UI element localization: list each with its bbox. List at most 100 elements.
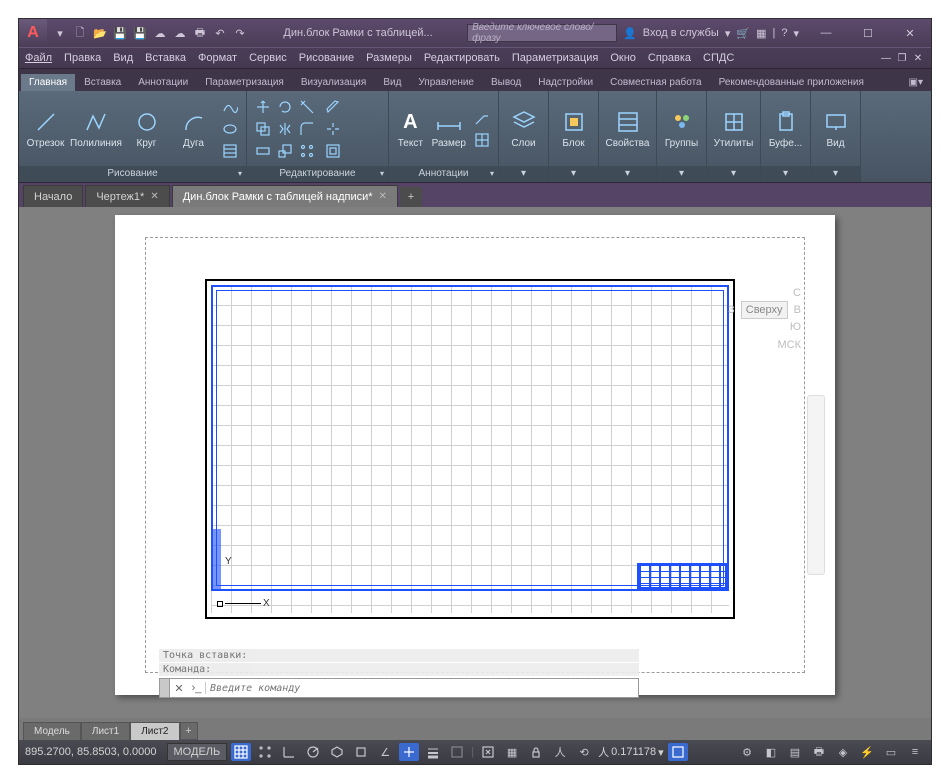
mdi-min-icon[interactable]: —	[879, 51, 893, 65]
cloud-open-icon[interactable]: ☁	[151, 24, 169, 42]
utilities-button[interactable]: Утилиты	[713, 108, 754, 149]
erase-icon[interactable]	[323, 97, 343, 117]
mdi-restore-icon[interactable]: ❐	[895, 51, 909, 65]
ribbon-tab-collab[interactable]: Совместная работа	[602, 74, 710, 91]
text-button[interactable]: AТекст	[395, 108, 426, 149]
viewport-scale[interactable]: 人0.171178▾	[598, 744, 664, 760]
open-icon[interactable]: 📂	[91, 24, 109, 42]
block-button[interactable]: Блок	[555, 108, 592, 149]
units-icon[interactable]: ▤	[785, 743, 805, 761]
properties-button[interactable]: Свойства	[605, 108, 650, 149]
coords-readout[interactable]: 895.2700, 85.8503, 0.0000	[25, 746, 157, 758]
layout-tab-sheet1[interactable]: Лист1	[81, 722, 130, 740]
menu-parametric[interactable]: Параметризация	[512, 52, 598, 64]
rotate-icon[interactable]	[275, 97, 295, 117]
ellipse-icon[interactable]	[220, 119, 240, 139]
menu-edit[interactable]: Правка	[64, 52, 101, 64]
annotation-monitor-icon[interactable]: ◧	[761, 743, 781, 761]
otrack-toggle-icon[interactable]	[399, 743, 419, 761]
close-button[interactable]: ✕	[889, 19, 931, 47]
snap-toggle-icon[interactable]	[255, 743, 275, 761]
menu-draw[interactable]: Рисование	[299, 52, 354, 64]
panel-anno-label[interactable]: Аннотации	[389, 166, 498, 182]
hardware-accel-icon[interactable]: ⚡	[857, 743, 877, 761]
app-store-icon[interactable]: ▦	[756, 27, 766, 40]
leader-icon[interactable]	[472, 108, 492, 128]
spline-icon[interactable]	[220, 97, 240, 117]
qat-menu-icon[interactable]: ▾	[51, 24, 69, 42]
menu-spds[interactable]: СПДС	[703, 52, 734, 64]
ribbon-tab-manage[interactable]: Управление	[410, 74, 482, 91]
polar-toggle-icon[interactable]	[303, 743, 323, 761]
panel-props-expand[interactable]: ▾	[599, 166, 656, 182]
line-button[interactable]: Отрезок	[25, 108, 66, 149]
clipboard-button[interactable]: Буфе...	[767, 108, 804, 149]
ribbon-tab-parametric[interactable]: Параметризация	[197, 74, 292, 91]
save-icon[interactable]: 💾	[111, 24, 129, 42]
frame-block[interactable]	[211, 285, 729, 591]
cloud-save-icon[interactable]: ☁	[171, 24, 189, 42]
layout-tab-model[interactable]: Модель	[23, 722, 81, 740]
ribbon-tab-home[interactable]: Главная	[21, 74, 75, 91]
transparency-icon[interactable]	[447, 743, 467, 761]
dimension-button[interactable]: Размер	[432, 108, 466, 149]
customize-status-icon[interactable]: ≡	[905, 743, 925, 761]
circle-button[interactable]: Круг	[126, 108, 167, 149]
title-block[interactable]	[637, 563, 727, 589]
ribbon-tab-view[interactable]: Вид	[375, 74, 409, 91]
grid-toggle-icon[interactable]	[231, 743, 251, 761]
fillet-icon[interactable]	[297, 119, 317, 139]
cart-icon[interactable]: 🛒	[736, 27, 750, 40]
user-icon[interactable]: 👤	[623, 27, 637, 40]
arc-button[interactable]: Дуга	[173, 108, 214, 149]
hatch-icon[interactable]	[220, 141, 240, 161]
array-icon[interactable]	[297, 141, 317, 161]
menu-dimension[interactable]: Размеры	[366, 52, 412, 64]
cmdline-history-icon[interactable]: ›_	[188, 682, 206, 694]
lineweight-icon[interactable]	[423, 743, 443, 761]
plot-icon[interactable]: 🖶	[191, 24, 209, 42]
annotation-autoscale-icon[interactable]: ⟲	[574, 743, 594, 761]
nav-bar[interactable]	[807, 395, 825, 575]
offset-icon[interactable]	[323, 141, 343, 161]
close-tab-icon[interactable]: ✕	[379, 191, 387, 202]
max-viewport-icon[interactable]	[478, 743, 498, 761]
isolate-objects-icon[interactable]: ◈	[833, 743, 853, 761]
annotation-scale-icon[interactable]	[668, 743, 688, 761]
clean-screen-icon[interactable]: ▭	[881, 743, 901, 761]
redo-icon[interactable]: ↷	[231, 24, 249, 42]
quick-properties-icon[interactable]: 🖶	[809, 743, 829, 761]
menu-insert[interactable]: Вставка	[145, 52, 186, 64]
ribbon-tab-insert[interactable]: Вставка	[76, 74, 129, 91]
space-toggle[interactable]: МОДЕЛЬ	[167, 743, 228, 761]
trim-icon[interactable]	[297, 97, 317, 117]
panel-block-expand[interactable]: ▾	[549, 166, 598, 182]
maximize-button[interactable]: ☐	[847, 19, 889, 47]
autosnap-icon[interactable]: ∠	[375, 743, 395, 761]
app-logo[interactable]: A	[19, 19, 47, 47]
panel-edit-label[interactable]: Редактирование	[247, 166, 388, 182]
mirror-icon[interactable]	[275, 119, 295, 139]
saveas-icon[interactable]: 💾	[131, 24, 149, 42]
isoplane-icon[interactable]	[327, 743, 347, 761]
table-icon[interactable]	[472, 130, 492, 150]
stretch-icon[interactable]	[253, 141, 273, 161]
menu-tools[interactable]: Сервис	[249, 52, 287, 64]
command-line[interactable]: ✕ ›_	[159, 678, 639, 698]
osnap-toggle-icon[interactable]	[351, 743, 371, 761]
ribbon-tab-visualize[interactable]: Визуализация	[293, 74, 374, 91]
menu-help[interactable]: Справка	[648, 52, 691, 64]
help-icon[interactable]: ?	[781, 27, 787, 39]
command-input[interactable]	[206, 683, 638, 694]
groups-button[interactable]: Группы	[663, 108, 700, 149]
panel-utils-expand[interactable]: ▾	[707, 166, 760, 182]
cmdline-grip-icon[interactable]	[160, 679, 170, 697]
new-icon[interactable]: 🗋	[71, 24, 89, 42]
polyline-button[interactable]: Полилиния	[72, 108, 120, 149]
panel-groups-expand[interactable]: ▾	[657, 166, 706, 182]
file-tab-dynblock[interactable]: Дин.блок Рамки с таблицей надписи*✕	[172, 185, 398, 207]
ribbon-expand-icon[interactable]: ▣▾	[901, 74, 931, 91]
panel-draw-label[interactable]: Рисование	[19, 166, 246, 182]
panel-clip-expand[interactable]: ▾	[761, 166, 810, 182]
new-layout-button[interactable]: +	[180, 722, 198, 740]
